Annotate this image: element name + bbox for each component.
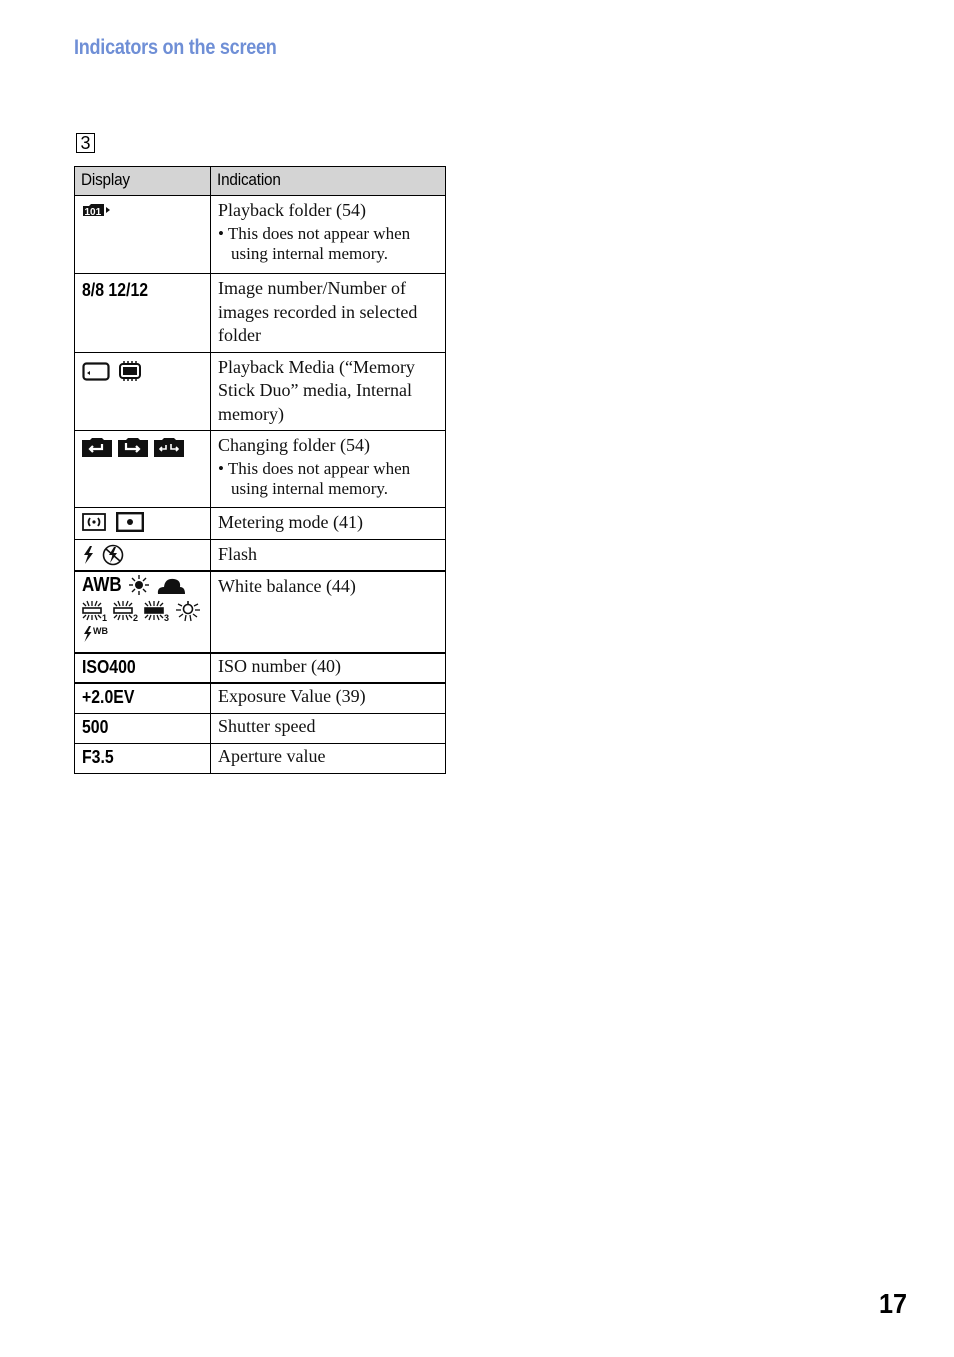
indication-text: Playback folder (54) <box>218 200 366 220</box>
fluorescent-3-icon: 3 <box>144 600 169 622</box>
previous-folder-icon <box>82 438 112 457</box>
display-cell: 101 <box>74 195 211 274</box>
indication-cell: Shutter speed <box>210 712 446 744</box>
table-header-row: Display Indication <box>74 166 446 196</box>
indication-text: Exposure Value (39) <box>218 686 366 706</box>
indication-text: Metering mode (41) <box>218 512 363 532</box>
indication-cell: Playback folder (54) • This does not app… <box>210 195 446 274</box>
display-cell: 8/8 12/12 <box>74 273 211 353</box>
indication-cell: Image number/Number of images recorded i… <box>210 273 446 353</box>
svg-text:101: 101 <box>85 207 102 217</box>
section-number-badge: 3 <box>76 133 95 153</box>
center-weighted-metering-icon <box>82 513 106 531</box>
header-display: Display <box>74 166 211 196</box>
table-row: Flash <box>74 538 446 572</box>
table-row: Changing folder (54) • This does not app… <box>74 430 446 508</box>
svg-text:2: 2 <box>133 613 138 622</box>
table-row: +2.0EV Exposure Value (39) <box>74 682 446 714</box>
display-cell <box>74 538 211 572</box>
indication-cell: Playback Media (“Memory Stick Duo” media… <box>210 351 446 431</box>
indication-text: ISO number (40) <box>218 656 341 676</box>
table-row: 101 Playback folder (54) • This does not… <box>74 195 446 274</box>
table-row: F3.5 Aperture value <box>74 742 446 774</box>
svg-text:WB: WB <box>93 626 108 636</box>
iso-text: ISO400 <box>82 657 136 677</box>
display-cell: 500 <box>74 712 211 744</box>
table-row: AWB 1 2 3 WB White balance (44) <box>74 570 446 654</box>
indication-text: Image number/Number of images recorded i… <box>218 278 418 345</box>
next-folder-icon <box>118 438 148 457</box>
table-row: Metering mode (41) <box>74 507 446 540</box>
table-row: 8/8 12/12 Image number/Number of images … <box>74 273 446 353</box>
table-row: ISO400 ISO number (40) <box>74 652 446 684</box>
table-row: Playback Media (“Memory Stick Duo” media… <box>74 351 446 431</box>
indication-text: White balance (44) <box>218 576 356 596</box>
internal-memory-icon <box>119 360 141 381</box>
indication-cell: Flash <box>210 538 446 572</box>
indication-text: Aperture value <box>218 745 326 766</box>
svg-text:1: 1 <box>102 613 107 622</box>
image-count-text: 8/8 12/12 <box>82 280 149 300</box>
cloudy-icon <box>157 578 185 594</box>
awb-icon: AWB <box>82 574 122 596</box>
table-row: 500 Shutter speed <box>74 712 446 744</box>
indicators-table: Display Indication 101 Playback folder (… <box>74 166 446 774</box>
display-cell: ISO400 <box>74 652 211 684</box>
display-cell: +2.0EV <box>74 682 211 714</box>
indication-text: Playback Media (“Memory Stick Duo” media… <box>218 356 415 424</box>
incandescent-icon <box>176 601 200 622</box>
prev-next-folder-icon <box>154 438 184 457</box>
flash-wb-icon: WB <box>84 626 108 642</box>
display-cell: AWB 1 2 3 WB <box>74 570 211 654</box>
daylight-icon <box>129 575 149 595</box>
exposure-text: +2.0EV <box>82 687 135 707</box>
display-cell <box>74 507 211 540</box>
fluorescent-1-icon: 1 <box>82 600 107 622</box>
note: • This does not appear when using intern… <box>218 458 411 498</box>
page-number: 17 <box>879 1288 908 1319</box>
indication-cell: Aperture value <box>210 742 446 774</box>
indication-cell: Exposure Value (39) <box>210 682 446 714</box>
flash-icon <box>84 545 93 564</box>
indication-cell: Changing folder (54) • This does not app… <box>210 430 446 508</box>
display-cell <box>74 430 211 508</box>
flash-off-icon <box>102 544 124 565</box>
indication-text: Flash <box>218 543 258 564</box>
header-indication: Indication <box>210 166 446 196</box>
svg-text:3: 3 <box>164 613 169 622</box>
indication-cell: Metering mode (41) <box>210 507 446 540</box>
fluorescent-2-icon: 2 <box>113 600 138 622</box>
display-cell <box>74 351 211 431</box>
memory-stick-duo-icon <box>82 361 110 381</box>
spot-metering-icon <box>116 512 144 532</box>
indication-cell: ISO number (40) <box>210 652 446 684</box>
section-title: Indicators on the screen <box>74 36 277 59</box>
display-cell: F3.5 <box>74 742 211 774</box>
aperture-text: F3.5 <box>82 746 114 767</box>
note: • This does not appear when using intern… <box>218 223 411 263</box>
indication-cell: White balance (44) <box>210 570 446 654</box>
playback-folder-101-icon: 101 <box>83 204 110 217</box>
indication-text: Changing folder (54) <box>218 435 370 455</box>
indication-text: Shutter speed <box>218 715 316 736</box>
shutter-speed-text: 500 <box>82 716 109 737</box>
